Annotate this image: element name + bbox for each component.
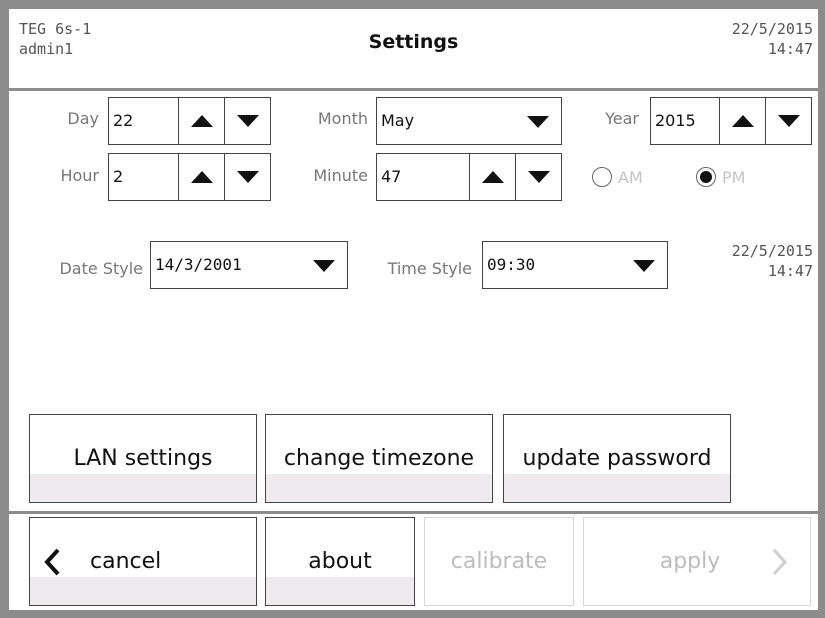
settings-screen: TEG 6s-1 admin1 Settings 22/5/2015 14:47… xyxy=(9,9,818,610)
apply-button[interactable]: apply xyxy=(583,517,811,606)
lan-settings-label: LAN settings xyxy=(73,446,213,471)
arrow-up-icon xyxy=(481,171,504,183)
day-down-button[interactable] xyxy=(225,97,271,145)
radio-selected-dot xyxy=(700,171,712,183)
year-down-button[interactable] xyxy=(766,97,812,145)
month-label: Month xyxy=(317,109,368,128)
day-up-button[interactable] xyxy=(179,97,225,145)
calibrate-label: calibrate xyxy=(450,549,548,574)
change-timezone-button[interactable]: change timezone xyxy=(265,414,493,503)
chevron-down-icon xyxy=(313,260,335,272)
lan-settings-button[interactable]: LAN settings xyxy=(29,414,257,503)
cancel-button[interactable]: cancel xyxy=(29,517,257,606)
time-style-value: 09:30 xyxy=(487,255,536,274)
year-label: Year xyxy=(605,109,639,128)
preview-time: 14:47 xyxy=(767,262,813,280)
year-up-button[interactable] xyxy=(720,97,766,145)
minute-up-button[interactable] xyxy=(470,153,516,201)
month-value: May xyxy=(381,111,415,130)
am-label: AM xyxy=(618,167,643,187)
date-style-select[interactable]: 14/3/2001 xyxy=(150,241,348,289)
chevron-down-icon xyxy=(633,260,655,272)
pm-radio[interactable] xyxy=(696,167,716,187)
time-style-label: Time Style xyxy=(387,259,472,278)
page-title: Settings xyxy=(368,31,459,53)
minute-field[interactable]: 47 xyxy=(376,153,470,201)
change-timezone-label: change timezone xyxy=(283,446,475,471)
arrow-up-icon xyxy=(190,115,213,127)
header-datetime: 22/5/2015 14:47 xyxy=(732,19,813,59)
arrow-up-icon xyxy=(731,115,754,127)
pm-option[interactable]: PM xyxy=(696,167,745,187)
chevron-down-icon xyxy=(527,116,549,128)
style-preview: 22/5/2015 14:47 xyxy=(732,241,813,281)
date-style-value: 14/3/2001 xyxy=(155,255,242,274)
hour-down-button[interactable] xyxy=(225,153,271,201)
header-time: 14:47 xyxy=(767,40,813,58)
chevron-right-icon xyxy=(773,548,788,575)
arrow-up-icon xyxy=(190,171,213,183)
update-password-label: update password xyxy=(522,446,712,471)
arrow-down-icon xyxy=(777,115,800,127)
hour-up-button[interactable] xyxy=(179,153,225,201)
arrow-down-icon xyxy=(527,171,550,183)
preview-date: 22/5/2015 xyxy=(731,242,813,260)
am-option[interactable]: AM xyxy=(592,167,643,187)
pm-label: PM xyxy=(722,167,746,187)
year-field[interactable]: 2015 xyxy=(650,97,720,145)
about-button[interactable]: about xyxy=(265,517,415,606)
minute-down-button[interactable] xyxy=(516,153,562,201)
day-field[interactable]: 22 xyxy=(108,97,179,145)
header-date: 22/5/2015 xyxy=(731,20,813,38)
month-select[interactable]: May xyxy=(376,97,562,145)
hour-label: Hour xyxy=(60,166,99,185)
update-password-button[interactable]: update password xyxy=(503,414,731,503)
about-label: about xyxy=(308,549,372,574)
footer-divider xyxy=(9,511,818,514)
am-radio[interactable] xyxy=(592,167,612,187)
hour-field[interactable]: 2 xyxy=(108,153,179,201)
time-style-select[interactable]: 09:30 xyxy=(482,241,668,289)
minute-label: Minute xyxy=(313,166,368,185)
header-divider xyxy=(9,88,818,91)
date-style-label: Date Style xyxy=(59,259,143,278)
arrow-down-icon xyxy=(236,115,259,127)
day-label: Day xyxy=(67,109,99,128)
chevron-left-icon xyxy=(44,548,60,575)
apply-label: apply xyxy=(659,549,721,574)
arrow-down-icon xyxy=(236,171,259,183)
cancel-label: cancel xyxy=(90,549,162,574)
calibrate-button[interactable]: calibrate xyxy=(424,517,574,606)
